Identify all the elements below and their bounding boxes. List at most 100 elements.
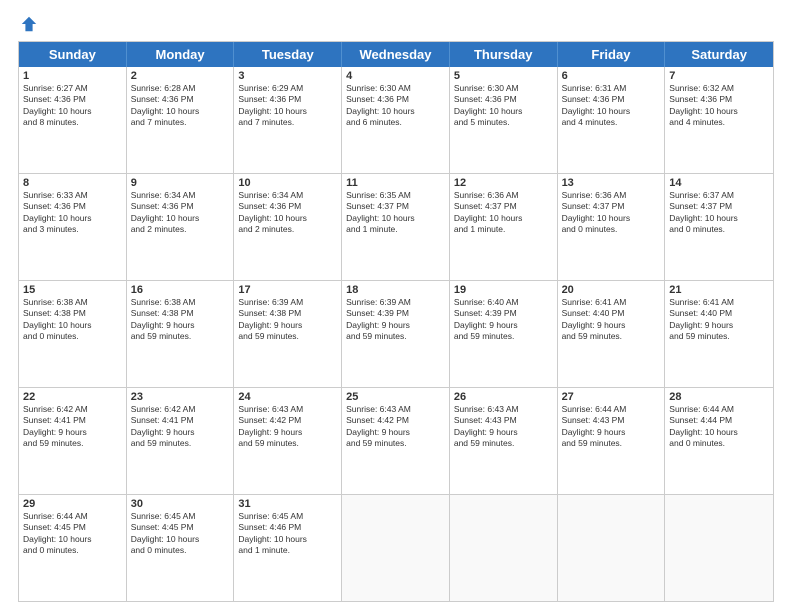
cell-info-line: Daylight: 10 hours [669,213,769,224]
cell-info-line: Sunrise: 6:32 AM [669,83,769,94]
calendar-cell: 1Sunrise: 6:27 AMSunset: 4:36 PMDaylight… [19,67,127,173]
cell-info-line: Sunset: 4:37 PM [562,201,661,212]
cell-info-line: Sunset: 4:36 PM [23,94,122,105]
calendar-cell: 25Sunrise: 6:43 AMSunset: 4:42 PMDayligh… [342,388,450,494]
calendar-row: 29Sunrise: 6:44 AMSunset: 4:45 PMDayligh… [19,495,773,601]
cell-info-line: and 7 minutes. [131,117,230,128]
day-number: 7 [669,70,769,82]
cell-info-line: and 59 minutes. [454,331,553,342]
calendar-cell: 26Sunrise: 6:43 AMSunset: 4:43 PMDayligh… [450,388,558,494]
cell-info-line: Daylight: 10 hours [131,534,230,545]
cell-info-line: Sunset: 4:36 PM [454,94,553,105]
day-number: 28 [669,391,769,403]
cell-info-line: Sunrise: 6:42 AM [131,404,230,415]
cell-info-line: Sunrise: 6:38 AM [131,297,230,308]
cell-info-line: Sunset: 4:40 PM [669,308,769,319]
day-number: 14 [669,177,769,189]
day-number: 22 [23,391,122,403]
cell-info-line: and 7 minutes. [238,117,337,128]
cell-info-line: Daylight: 10 hours [238,213,337,224]
cell-info-line: Sunrise: 6:30 AM [454,83,553,94]
cell-info-line: and 0 minutes. [669,438,769,449]
calendar-cell: 17Sunrise: 6:39 AMSunset: 4:38 PMDayligh… [234,281,342,387]
calendar-cell: 22Sunrise: 6:42 AMSunset: 4:41 PMDayligh… [19,388,127,494]
cell-info-line: Daylight: 9 hours [562,320,661,331]
calendar-row: 22Sunrise: 6:42 AMSunset: 4:41 PMDayligh… [19,388,773,495]
cell-info-line: Sunset: 4:36 PM [562,94,661,105]
cell-info-line: Sunrise: 6:34 AM [131,190,230,201]
cell-info-line: Sunset: 4:37 PM [454,201,553,212]
header-day-sunday: Sunday [19,42,127,67]
cell-info-line: and 59 minutes. [23,438,122,449]
cell-info-line: and 59 minutes. [669,331,769,342]
header-day-tuesday: Tuesday [234,42,342,67]
cell-info-line: Sunset: 4:43 PM [454,415,553,426]
cell-info-line: Sunset: 4:38 PM [238,308,337,319]
cell-info-line: Daylight: 10 hours [562,213,661,224]
logo [18,15,38,33]
cell-info-line: Sunrise: 6:27 AM [23,83,122,94]
cell-info-line: Daylight: 9 hours [238,427,337,438]
calendar-cell: 14Sunrise: 6:37 AMSunset: 4:37 PMDayligh… [665,174,773,280]
cell-info-line: Sunrise: 6:43 AM [238,404,337,415]
cell-info-line: Daylight: 10 hours [238,106,337,117]
day-number: 27 [562,391,661,403]
cell-info-line: Sunset: 4:41 PM [131,415,230,426]
cell-info-line: Daylight: 9 hours [23,427,122,438]
cell-info-line: Sunset: 4:36 PM [131,201,230,212]
cell-info-line: Sunset: 4:37 PM [346,201,445,212]
cell-info-line: and 1 minute. [346,224,445,235]
cell-info-line: and 0 minutes. [562,224,661,235]
cell-info-line: and 59 minutes. [131,438,230,449]
calendar-cell: 2Sunrise: 6:28 AMSunset: 4:36 PMDaylight… [127,67,235,173]
cell-info-line: Sunrise: 6:34 AM [238,190,337,201]
cell-info-line: and 59 minutes. [346,438,445,449]
calendar-cell: 3Sunrise: 6:29 AMSunset: 4:36 PMDaylight… [234,67,342,173]
day-number: 21 [669,284,769,296]
cell-info-line: Daylight: 9 hours [131,427,230,438]
header-day-monday: Monday [127,42,235,67]
day-number: 10 [238,177,337,189]
calendar-cell: 7Sunrise: 6:32 AMSunset: 4:36 PMDaylight… [665,67,773,173]
calendar-cell: 4Sunrise: 6:30 AMSunset: 4:36 PMDaylight… [342,67,450,173]
cell-info-line: Daylight: 9 hours [454,320,553,331]
cell-info-line: and 59 minutes. [562,438,661,449]
cell-info-line: Daylight: 10 hours [131,213,230,224]
cell-info-line: Sunrise: 6:39 AM [346,297,445,308]
calendar-cell: 18Sunrise: 6:39 AMSunset: 4:39 PMDayligh… [342,281,450,387]
calendar-cell: 11Sunrise: 6:35 AMSunset: 4:37 PMDayligh… [342,174,450,280]
day-number: 29 [23,498,122,510]
cell-info-line: Sunrise: 6:41 AM [562,297,661,308]
calendar-cell: 31Sunrise: 6:45 AMSunset: 4:46 PMDayligh… [234,495,342,601]
cell-info-line: and 59 minutes. [238,331,337,342]
cell-info-line: Daylight: 10 hours [346,213,445,224]
calendar-cell: 16Sunrise: 6:38 AMSunset: 4:38 PMDayligh… [127,281,235,387]
day-number: 6 [562,70,661,82]
cell-info-line: Daylight: 10 hours [23,106,122,117]
cell-info-line: Sunrise: 6:28 AM [131,83,230,94]
cell-info-line: and 6 minutes. [346,117,445,128]
cell-info-line: Sunrise: 6:44 AM [23,511,122,522]
cell-info-line: Daylight: 10 hours [669,106,769,117]
cell-info-line: Sunset: 4:41 PM [23,415,122,426]
cell-info-line: Sunrise: 6:36 AM [562,190,661,201]
cell-info-line: and 2 minutes. [238,224,337,235]
day-number: 9 [131,177,230,189]
day-number: 11 [346,177,445,189]
calendar-cell [665,495,773,601]
calendar-cell: 9Sunrise: 6:34 AMSunset: 4:36 PMDaylight… [127,174,235,280]
cell-info-line: and 59 minutes. [346,331,445,342]
calendar-cell: 29Sunrise: 6:44 AMSunset: 4:45 PMDayligh… [19,495,127,601]
day-number: 24 [238,391,337,403]
cell-info-line: Sunset: 4:42 PM [238,415,337,426]
day-number: 4 [346,70,445,82]
cell-info-line: Sunset: 4:44 PM [669,415,769,426]
cell-info-line: Daylight: 9 hours [562,427,661,438]
cell-info-line: Sunset: 4:36 PM [238,201,337,212]
cell-info-line: and 0 minutes. [669,224,769,235]
cell-info-line: Sunrise: 6:30 AM [346,83,445,94]
cell-info-line: and 5 minutes. [454,117,553,128]
cell-info-line: and 59 minutes. [238,438,337,449]
day-number: 20 [562,284,661,296]
cell-info-line: Daylight: 9 hours [346,427,445,438]
